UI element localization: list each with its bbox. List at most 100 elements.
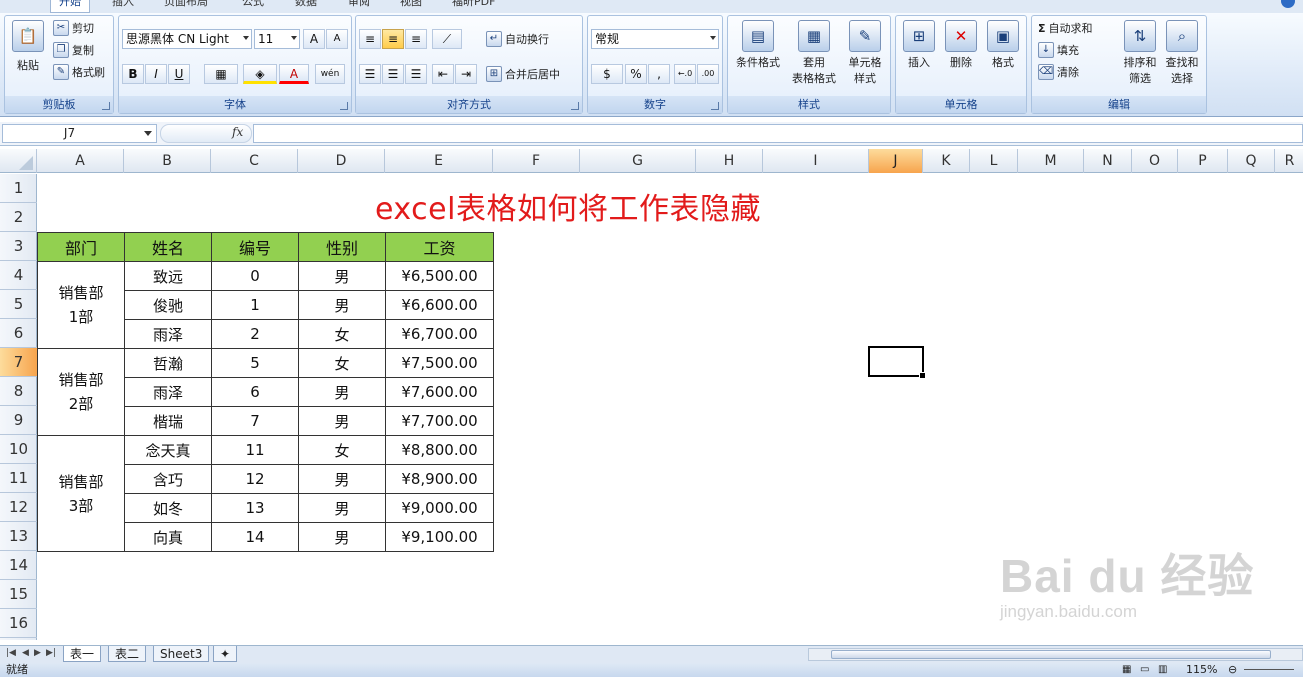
font-color-button[interactable]: A: [279, 64, 309, 84]
increase-indent-button[interactable]: ⇥: [455, 64, 477, 84]
dept-cell[interactable]: 销售部 3部: [37, 435, 125, 552]
id-cell[interactable]: 5: [211, 348, 299, 378]
gender-cell[interactable]: 女: [298, 319, 386, 349]
column-header-r[interactable]: R: [1275, 149, 1303, 173]
row-header-16[interactable]: 16: [0, 609, 37, 638]
id-cell[interactable]: 6: [211, 377, 299, 407]
decrease-decimal-button[interactable]: .00: [697, 64, 719, 84]
row-header-12[interactable]: 12: [0, 493, 37, 522]
name-box[interactable]: J7: [2, 124, 157, 143]
active-cell-j7[interactable]: [868, 346, 926, 379]
id-cell[interactable]: 0: [211, 261, 299, 291]
bold-button[interactable]: B: [122, 64, 144, 84]
formula-input[interactable]: [253, 124, 1303, 143]
column-header-n[interactable]: N: [1084, 149, 1132, 173]
column-header-p[interactable]: P: [1178, 149, 1228, 173]
row-header-1[interactable]: 1: [0, 174, 37, 203]
insert-sheet-button[interactable]: ✦: [213, 646, 238, 662]
increase-decimal-button[interactable]: ←.0: [674, 64, 696, 84]
salary-cell[interactable]: ¥8,900.00: [385, 464, 494, 494]
view-page-layout-icon[interactable]: ▭: [1140, 663, 1149, 677]
comma-button[interactable]: ,: [648, 64, 670, 84]
last-sheet-icon[interactable]: ▶|: [46, 648, 56, 658]
clear-button[interactable]: ⌫ 清除: [1038, 64, 1079, 80]
percent-button[interactable]: %: [625, 64, 647, 84]
align-top-button[interactable]: ≡: [359, 29, 381, 49]
wrap-text-button[interactable]: ↵ 自动换行: [486, 31, 549, 47]
header-name[interactable]: 姓名: [124, 232, 212, 262]
column-header-b[interactable]: B: [124, 149, 211, 173]
delete-cells-button[interactable]: ✕ 删除: [942, 20, 980, 70]
zoom-out-icon[interactable]: ⊖: [1228, 663, 1237, 677]
align-center-button[interactable]: ☰: [382, 64, 404, 84]
gender-cell[interactable]: 男: [298, 290, 386, 320]
salary-cell[interactable]: ¥6,500.00: [385, 261, 494, 291]
salary-cell[interactable]: ¥9,100.00: [385, 522, 494, 552]
gender-cell[interactable]: 男: [298, 522, 386, 552]
alignment-launcher-icon[interactable]: [571, 102, 579, 110]
name-cell[interactable]: 含巧: [124, 464, 212, 494]
merge-center-button[interactable]: ⊞ 合并后居中: [486, 66, 560, 82]
zoom-slider[interactable]: [1244, 669, 1294, 670]
row-header-6[interactable]: 6: [0, 319, 37, 348]
font-launcher-icon[interactable]: [340, 102, 348, 110]
align-bottom-button[interactable]: ≡: [405, 29, 427, 49]
decrease-indent-button[interactable]: ⇤: [432, 64, 454, 84]
tab-foxit-pdf[interactable]: 福昕PDF: [452, 0, 495, 9]
italic-button[interactable]: I: [145, 64, 167, 84]
row-header-3[interactable]: 3: [0, 232, 37, 261]
first-sheet-icon[interactable]: |◀: [6, 648, 16, 658]
salary-cell[interactable]: ¥7,700.00: [385, 406, 494, 436]
format-painter-button[interactable]: ✎ 格式刷: [53, 64, 105, 80]
name-cell[interactable]: 俊驰: [124, 290, 212, 320]
column-header-i[interactable]: I: [763, 149, 869, 173]
number-format-select[interactable]: 常规: [591, 29, 719, 49]
name-cell[interactable]: 向真: [124, 522, 212, 552]
tab-insert[interactable]: 插入: [112, 0, 134, 9]
horizontal-scrollbar[interactable]: [808, 648, 1303, 661]
currency-button[interactable]: $: [591, 64, 623, 84]
format-cells-button[interactable]: ▣ 格式: [984, 20, 1022, 70]
header-salary[interactable]: 工资: [385, 232, 494, 262]
salary-cell[interactable]: ¥7,600.00: [385, 377, 494, 407]
id-cell[interactable]: 12: [211, 464, 299, 494]
id-cell[interactable]: 13: [211, 493, 299, 523]
column-header-a[interactable]: A: [37, 149, 124, 173]
sheet-tab-2[interactable]: 表二: [108, 646, 147, 662]
gender-cell[interactable]: 男: [298, 406, 386, 436]
border-button[interactable]: ▦: [204, 64, 238, 84]
phonetic-button[interactable]: wén: [315, 64, 345, 84]
row-header-14[interactable]: 14: [0, 551, 37, 580]
row-header-7[interactable]: 7: [0, 348, 37, 377]
view-page-break-icon[interactable]: ▥: [1158, 663, 1167, 677]
row-header-2[interactable]: 2: [0, 203, 37, 232]
column-header-m[interactable]: M: [1018, 149, 1084, 173]
name-cell[interactable]: 如冬: [124, 493, 212, 523]
tab-view[interactable]: 视图: [400, 0, 422, 9]
tab-review[interactable]: 审阅: [348, 0, 370, 9]
format-as-table-button[interactable]: ▦ 套用 表格格式: [786, 20, 842, 86]
salary-cell[interactable]: ¥8,800.00: [385, 435, 494, 465]
gender-cell[interactable]: 男: [298, 493, 386, 523]
number-launcher-icon[interactable]: [711, 102, 719, 110]
align-right-button[interactable]: ☰: [405, 64, 427, 84]
salary-cell[interactable]: ¥9,000.00: [385, 493, 494, 523]
zoom-level[interactable]: 115%: [1186, 663, 1217, 677]
column-header-k[interactable]: K: [923, 149, 970, 173]
sort-filter-button[interactable]: ⇅ 排序和 筛选: [1120, 20, 1160, 86]
view-normal-icon[interactable]: ▦: [1122, 663, 1131, 677]
row-header-4[interactable]: 4: [0, 261, 37, 290]
gender-cell[interactable]: 女: [298, 348, 386, 378]
tab-data[interactable]: 数据: [295, 0, 317, 9]
font-name-select[interactable]: 思源黑体 CN Light: [122, 29, 252, 49]
name-cell[interactable]: 雨泽: [124, 377, 212, 407]
row-header-15[interactable]: 15: [0, 580, 37, 609]
column-header-c[interactable]: C: [211, 149, 298, 173]
column-header-l[interactable]: L: [970, 149, 1018, 173]
gender-cell[interactable]: 男: [298, 377, 386, 407]
name-cell[interactable]: 雨泽: [124, 319, 212, 349]
orientation-button[interactable]: ⟋: [432, 29, 462, 49]
salary-cell[interactable]: ¥6,600.00: [385, 290, 494, 320]
align-middle-button[interactable]: ≡: [382, 29, 404, 49]
cut-button[interactable]: ✂ 剪切: [53, 20, 94, 36]
